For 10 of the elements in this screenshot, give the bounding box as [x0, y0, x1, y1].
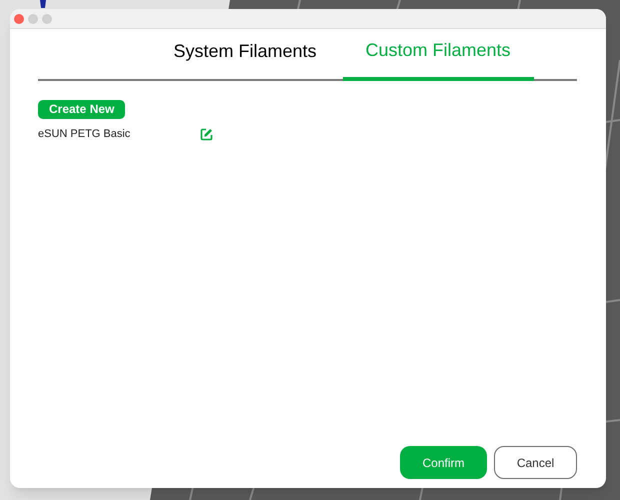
zoom-button[interactable]	[42, 14, 52, 24]
tab[interactable]: Custom Filaments	[342, 37, 534, 81]
close-button[interactable]	[14, 14, 24, 24]
minimize-button[interactable]	[28, 14, 38, 24]
tab[interactable]: System Filaments	[150, 37, 340, 81]
edit-icon[interactable]	[200, 128, 213, 140]
confirm-button[interactable]: Confirm	[400, 446, 487, 479]
cancel-button[interactable]: Cancel	[494, 446, 577, 479]
filament-name: eSUN PETG Basic	[38, 126, 132, 142]
create-new-button[interactable]: Create New	[38, 100, 126, 119]
